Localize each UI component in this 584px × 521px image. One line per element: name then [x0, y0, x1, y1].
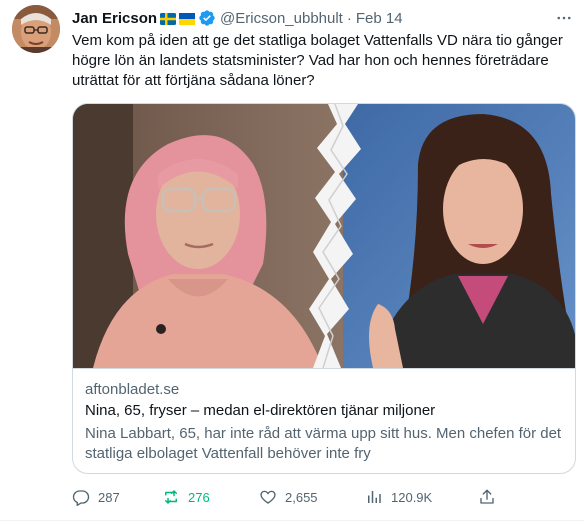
sweden-flag-icon — [160, 12, 177, 25]
ukraine-flag-icon — [179, 12, 196, 25]
action-bar: 287 276 2,655 120.9K — [72, 486, 502, 508]
reply-button[interactable]: 287 — [72, 486, 120, 508]
reply-icon — [72, 490, 90, 506]
author-name[interactable]: Jan Ericson — [72, 10, 157, 27]
card-image[interactable] — [73, 104, 575, 369]
more-options-icon[interactable] — [554, 8, 574, 28]
retweet-icon — [165, 490, 177, 504]
link-card[interactable]: aftonbladet.se Nina, 65, fryser – medan … — [72, 103, 576, 474]
tweet-date[interactable]: Feb 14 — [356, 10, 403, 27]
card-description: Nina Labbart, 65, har inte råd att värma… — [85, 425, 562, 462]
card-meta[interactable]: aftonbladet.se Nina, 65, fryser – medan … — [73, 368, 575, 473]
share-icon — [480, 489, 494, 504]
views-icon — [368, 491, 381, 503]
author-handle[interactable]: @Ericson_ubbhult — [220, 10, 343, 27]
card-title: Nina, 65, fryser – medan el-direktören t… — [85, 402, 436, 419]
view-count: 120.9K — [391, 489, 433, 505]
avatar-image — [12, 5, 60, 53]
like-button[interactable]: 2,655 — [259, 486, 318, 508]
like-icon — [260, 490, 276, 504]
card-domain: aftonbladet.se — [85, 381, 180, 398]
like-count: 2,655 — [285, 489, 318, 505]
views-button[interactable]: 120.9K — [365, 486, 432, 508]
author-avatar[interactable] — [12, 5, 60, 53]
retweet-button[interactable]: 276 — [162, 486, 210, 508]
reply-count: 287 — [98, 489, 120, 505]
retweet-count: 276 — [188, 489, 210, 505]
share-button[interactable] — [478, 486, 496, 508]
split-photo-illustration — [73, 104, 575, 369]
tweet[interactable]: Jan Ericson @Ericson_ubbhult · Feb 14 Ve… — [0, 0, 584, 521]
header-separator: · — [346, 9, 352, 27]
tweet-header: Jan Ericson @Ericson_ubbhult · Feb 14 — [72, 8, 403, 28]
tweet-text: Vem kom på iden att ge det statliga bola… — [72, 32, 563, 89]
verified-badge-icon[interactable] — [198, 9, 216, 27]
